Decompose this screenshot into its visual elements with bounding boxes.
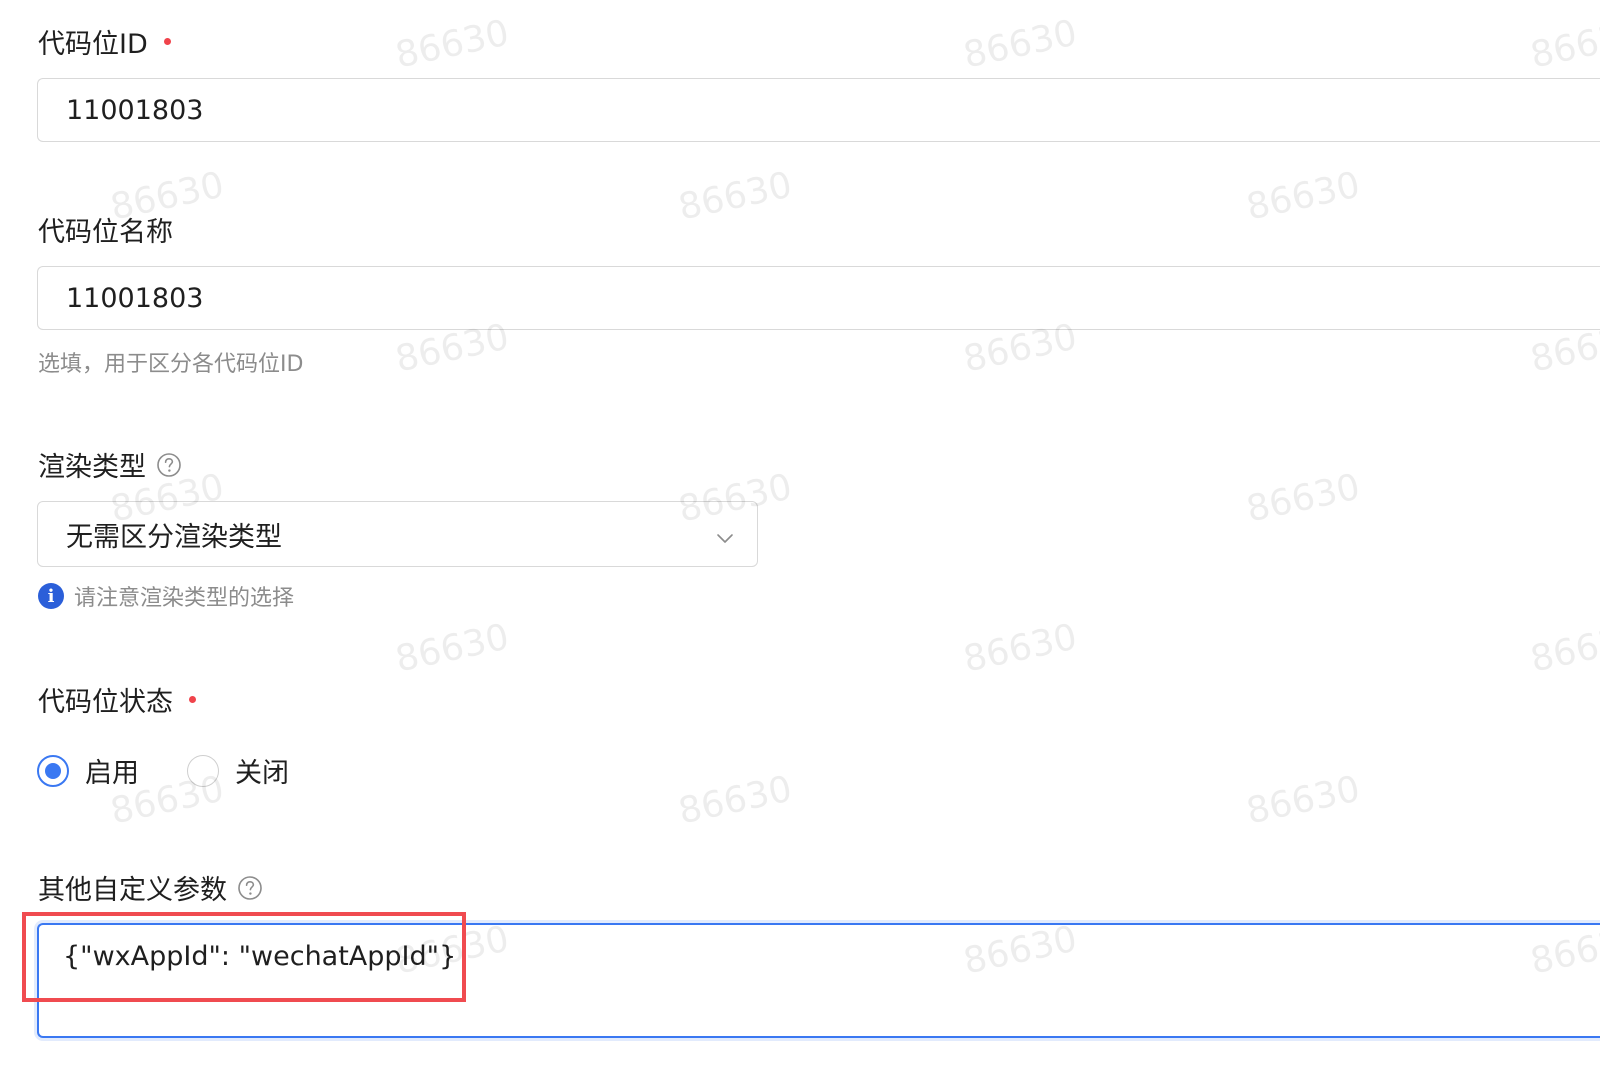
- watermark: 86630: [1242, 768, 1364, 833]
- watermark: 86630: [1526, 12, 1600, 77]
- render-type-label: 渲染类型: [38, 452, 146, 483]
- radio-unchecked-icon[interactable]: [187, 754, 219, 787]
- ad-slot-name-value: 11001803: [66, 282, 204, 314]
- radio-label-enable: 启用: [85, 758, 139, 789]
- watermark: 86630: [959, 12, 1081, 77]
- question-circle-icon[interactable]: [237, 875, 263, 901]
- render-type-selected-value: 无需区分渲染类型: [66, 521, 282, 553]
- slot-status-radio-group: 启用 关闭: [37, 751, 289, 790]
- watermark: 86630: [959, 616, 1081, 681]
- watermark: 86630: [674, 768, 796, 833]
- radio-checked-icon[interactable]: [37, 754, 69, 787]
- ad-slot-name-label: 代码位名称: [38, 217, 173, 248]
- ad-slot-name-input[interactable]: 11001803: [37, 266, 1600, 330]
- render-type-select[interactable]: 无需区分渲染类型: [37, 501, 758, 567]
- render-type-label-row: 渲染类型: [38, 445, 182, 484]
- watermark: 86630: [391, 616, 513, 681]
- watermark: 86630: [1526, 616, 1600, 681]
- watermark: 86630: [1242, 164, 1364, 229]
- custom-params-textarea[interactable]: {"wxAppId": "wechatAppId"}: [37, 923, 1600, 1038]
- watermark: 86630: [1242, 466, 1364, 531]
- custom-params-label-row: 其他自定义参数: [38, 868, 263, 907]
- ad-slot-id-value: 11001803: [66, 94, 204, 126]
- ad-slot-name-label-row: 代码位名称: [38, 210, 173, 249]
- radio-option-enable[interactable]: 启用: [37, 751, 139, 790]
- required-indicator: [163, 38, 171, 45]
- slot-status-label-row: 代码位状态: [38, 680, 196, 719]
- required-indicator: [189, 696, 196, 703]
- info-circle-icon: i: [38, 583, 64, 609]
- ad-slot-id-label: 代码位ID: [38, 29, 148, 60]
- render-type-hint-row: i 请注意渲染类型的选择: [38, 580, 294, 612]
- form-page: 86630 86630 86630 86630 86630 86630 8663…: [0, 0, 1600, 1090]
- radio-option-disable[interactable]: 关闭: [187, 751, 289, 790]
- render-type-hint: 请注意渲染类型的选择: [74, 586, 295, 611]
- question-circle-icon[interactable]: [156, 452, 182, 478]
- ad-slot-name-hint: 选填，用于区分各代码位ID: [38, 352, 304, 377]
- ad-slot-id-input[interactable]: 11001803: [37, 78, 1600, 142]
- ad-slot-id-label-row: 代码位ID: [38, 22, 171, 61]
- radio-label-disable: 关闭: [235, 758, 289, 789]
- custom-params-label: 其他自定义参数: [38, 875, 227, 906]
- watermark: 86630: [674, 164, 796, 229]
- chevron-down-icon: [715, 524, 735, 544]
- watermark: 86630: [391, 12, 513, 77]
- slot-status-label: 代码位状态: [38, 687, 173, 718]
